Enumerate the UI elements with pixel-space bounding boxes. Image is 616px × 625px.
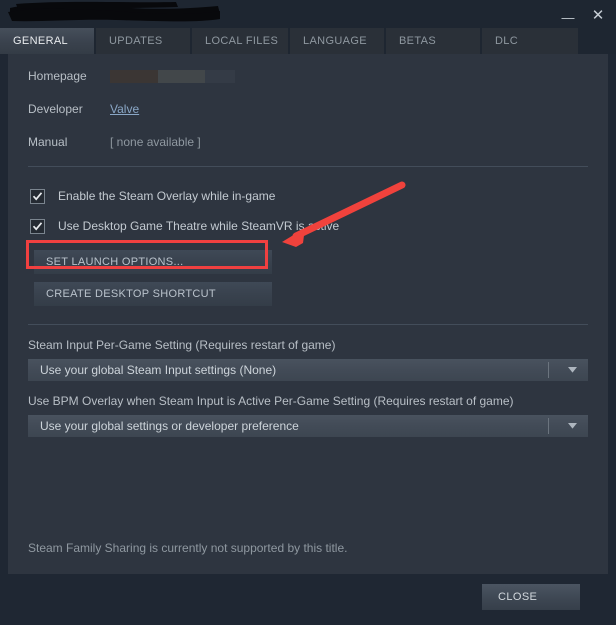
checkbox-box — [30, 218, 45, 234]
family-sharing-note: Steam Family Sharing is currently not su… — [28, 541, 348, 555]
steam-input-dropdown-value: Use your global Steam Input settings (No… — [40, 363, 277, 377]
title-bar: — ✕ — [0, 0, 616, 28]
window-controls: — ✕ — [558, 4, 608, 27]
steam-input-dropdown[interactable]: Use your global Steam Input settings (No… — [28, 359, 588, 381]
bpm-overlay-dropdown[interactable]: Use your global settings or developer pr… — [28, 415, 588, 437]
tab-language[interactable]: LANGUAGE — [290, 28, 386, 54]
close-button[interactable]: CLOSE — [482, 584, 580, 610]
general-tab-panel: Homepage Developer Valve Manual [ none a… — [8, 54, 608, 574]
enable-steam-overlay-checkbox[interactable]: Enable the Steam Overlay while in-game — [8, 181, 608, 211]
steam-game-properties-window: — ✕ GENERAL UPDATES LOCAL FILES LANGUAGE… — [0, 0, 616, 625]
tab-local-files[interactable]: LOCAL FILES — [192, 28, 290, 54]
chevron-down-icon — [562, 423, 588, 429]
create-desktop-shortcut-button[interactable]: CREATE DESKTOP SHORTCUT — [34, 282, 272, 306]
dialog-footer: CLOSE — [0, 574, 616, 625]
developer-label: Developer — [28, 101, 83, 116]
redacted-window-title — [6, 0, 222, 26]
close-icon[interactable]: ✕ — [588, 6, 608, 26]
divider-middle — [28, 324, 588, 325]
homepage-value-redacted — [110, 69, 235, 83]
homepage-row: Homepage — [8, 54, 608, 92]
checkbox-label: Use Desktop Game Theatre while SteamVR i… — [58, 219, 340, 233]
developer-link[interactable]: Valve — [110, 102, 139, 116]
checkmark-icon — [32, 191, 43, 201]
manual-row: Manual [ none available ] — [8, 125, 608, 158]
steam-input-setting-label: Steam Input Per-Game Setting (Requires r… — [28, 338, 336, 352]
homepage-label: Homepage — [28, 69, 87, 83]
manual-label: Manual — [28, 134, 68, 149]
tab-updates[interactable]: UPDATES — [96, 28, 192, 54]
chevron-down-icon — [562, 367, 588, 373]
tab-betas[interactable]: BETAS — [386, 28, 482, 54]
bpm-overlay-setting-label: Use BPM Overlay when Steam Input is Acti… — [28, 394, 514, 408]
checkbox-box — [30, 188, 45, 204]
developer-row: Developer Valve — [8, 92, 608, 125]
bpm-overlay-dropdown-value: Use your global settings or developer pr… — [40, 419, 299, 433]
dropdown-separator — [548, 362, 549, 378]
tab-bar: GENERAL UPDATES LOCAL FILES LANGUAGE BET… — [0, 28, 616, 54]
tab-dlc[interactable]: DLC — [482, 28, 580, 54]
minimize-icon[interactable]: — — [558, 4, 578, 27]
dropdown-separator — [548, 418, 549, 434]
checkbox-label: Enable the Steam Overlay while in-game — [58, 189, 276, 203]
tab-general[interactable]: GENERAL — [0, 28, 96, 54]
checkmark-icon — [32, 221, 43, 231]
manual-value: [ none available ] — [110, 134, 201, 149]
desktop-game-theatre-checkbox[interactable]: Use Desktop Game Theatre while SteamVR i… — [8, 211, 608, 241]
set-launch-options-button[interactable]: SET LAUNCH OPTIONS... — [34, 250, 272, 274]
